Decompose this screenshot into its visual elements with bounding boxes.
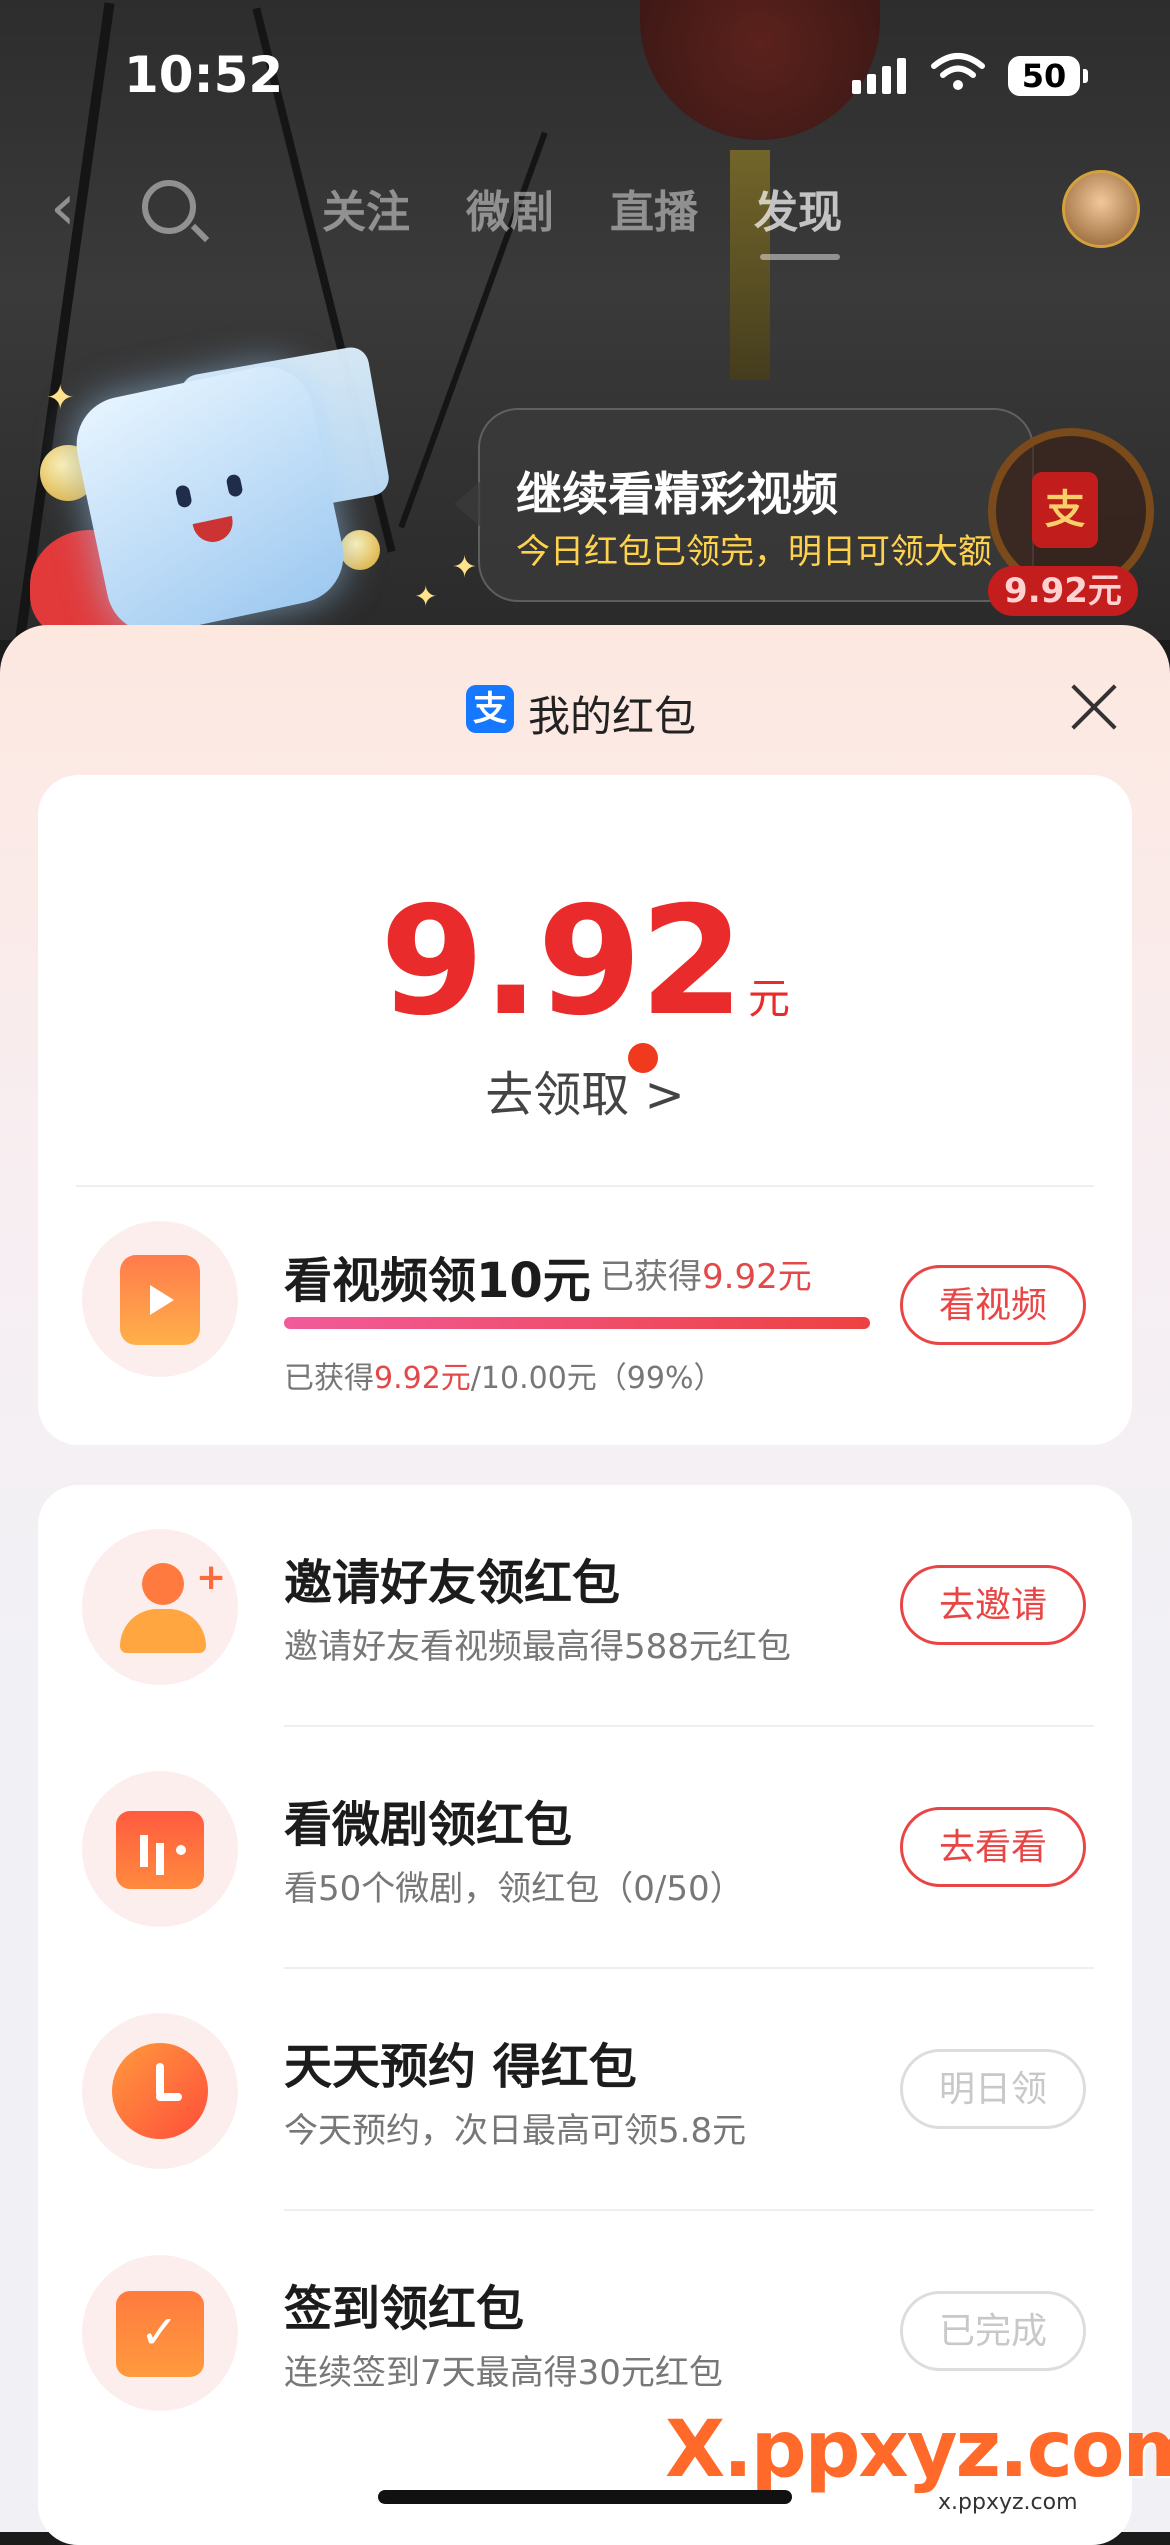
balance-amount: 9.92 元 xyxy=(38,875,1132,1049)
completed-button[interactable]: 已完成 xyxy=(900,2291,1086,2371)
status-time: 10:52 xyxy=(124,46,284,104)
close-icon[interactable] xyxy=(1066,681,1120,735)
tv-icon xyxy=(116,1811,204,1889)
task-title: 看微剧领红包 xyxy=(284,1797,573,1853)
top-navigation: ‹ 关注 微剧 直播 发现 xyxy=(0,170,1170,260)
balance-card: 9.92 元 去领取 > 看视频领10元 已获得9.92元 已获得9.92元/10… xyxy=(38,775,1132,1445)
tab-discover[interactable]: 发现 xyxy=(754,176,842,240)
coin-illustration xyxy=(340,530,380,570)
home-indicator[interactable] xyxy=(378,2490,792,2504)
sparkle-icon: ✦ xyxy=(414,580,438,613)
cellular-signal-icon xyxy=(852,58,906,94)
mascot-mouth xyxy=(192,515,237,546)
task-icon-circle xyxy=(82,2255,238,2411)
task-row-invite: + 邀请好友领红包 邀请好友看视频最高得588元红包 去邀请 xyxy=(38,1485,1132,1727)
video-task-progress-text: 已获得9.92元/10.00元（99%） xyxy=(284,1361,724,1396)
mascot-illustration xyxy=(67,357,353,643)
video-task-earned: 已获得9.92元 xyxy=(600,1257,812,1297)
battery-icon: 50 xyxy=(1008,56,1088,96)
sheet-title: 我的红包 xyxy=(528,692,697,741)
watermark-logo: X.ppxyz.com xyxy=(665,2405,1170,2495)
sparkle-icon: ✦ xyxy=(46,378,75,418)
balance-value: 9.92 xyxy=(379,875,744,1049)
calendar-check-icon xyxy=(116,2291,204,2377)
tip-title: 继续看精彩视频 xyxy=(516,467,838,521)
video-task-progress-bar xyxy=(284,1317,870,1329)
task-subtitle: 今天预约，次日最高可领5.8元 xyxy=(284,2111,747,2151)
tab-follow[interactable]: 关注 xyxy=(322,176,410,240)
task-subtitle: 邀请好友看视频最高得588元红包 xyxy=(284,1627,791,1667)
search-icon[interactable] xyxy=(142,180,196,234)
task-subtitle: 看50个微剧，领红包（0/50） xyxy=(284,1869,744,1909)
tip-subtitle: 今日红包已领完，明日可领大额 xyxy=(516,532,992,572)
mascot-eye xyxy=(225,473,244,498)
red-packet-sheet: 支 我的红包 9.92 元 去领取 > 看视频领10元 已获得9.92元 已获得9… xyxy=(0,625,1170,2545)
task-title: 邀请好友领红包 xyxy=(284,1555,621,1611)
invite-button[interactable]: 去邀请 xyxy=(900,1565,1086,1645)
task-title: 签到领红包 xyxy=(284,2281,525,2337)
watch-video-button[interactable]: 看视频 xyxy=(900,1265,1086,1345)
active-tab-indicator xyxy=(760,254,840,260)
status-bar: 10:52 50 xyxy=(0,0,1170,150)
floating-amount-badge[interactable]: 9.92元 xyxy=(988,566,1138,616)
divider xyxy=(76,1185,1094,1187)
task-icon-circle: + xyxy=(82,1529,238,1685)
alipay-logo-icon: 支 xyxy=(466,685,514,733)
play-video-icon xyxy=(120,1255,200,1345)
tab-live[interactable]: 直播 xyxy=(610,176,698,240)
task-title: 天天预约 得红包 xyxy=(284,2039,637,2095)
invite-friend-icon: + xyxy=(120,1557,226,1653)
balance-unit: 元 xyxy=(748,974,791,1023)
watermark-url: x.ppxyz.com xyxy=(938,2490,1078,2515)
mascot-eye xyxy=(174,484,193,509)
claim-tomorrow-button[interactable]: 明日领 xyxy=(900,2049,1086,2129)
task-row-reserve: 天天预约 得红包 今天预约，次日最高可领5.8元 明日领 xyxy=(38,1969,1132,2211)
video-task-title: 看视频领10元 xyxy=(284,1253,591,1309)
avatar[interactable] xyxy=(1062,170,1140,248)
watch-microdrama-button[interactable]: 去看看 xyxy=(900,1807,1086,1887)
tab-microdrama[interactable]: 微剧 xyxy=(466,176,554,240)
back-chevron-icon[interactable]: ‹ xyxy=(50,176,76,240)
clock-icon xyxy=(112,2043,208,2139)
notification-dot xyxy=(628,1043,658,1073)
video-task-icon-circle xyxy=(82,1221,238,1377)
chevron-right-icon: > xyxy=(644,1067,685,1123)
sparkle-icon: ✦ xyxy=(452,550,478,585)
tip-bubble: 继续看精彩视频 今日红包已领完，明日可领大额 xyxy=(454,408,1034,602)
red-packet-icon: 支 xyxy=(1032,472,1098,548)
task-subtitle: 连续签到7天最高得30元红包 xyxy=(284,2353,723,2393)
task-icon-circle xyxy=(82,1771,238,1927)
claim-label: 去领取 xyxy=(485,1067,630,1123)
claim-link[interactable]: 去领取 > xyxy=(38,1055,1132,1125)
task-icon-circle xyxy=(82,2013,238,2169)
sheet-header: 支 我的红包 xyxy=(0,681,1170,745)
task-row-microdrama: 看微剧领红包 看50个微剧，领红包（0/50） 去看看 xyxy=(38,1727,1132,1969)
task-list-card: + 邀请好友领红包 邀请好友看视频最高得588元红包 去邀请 看微剧领红包 看5… xyxy=(38,1485,1132,2545)
wifi-icon xyxy=(931,53,985,90)
